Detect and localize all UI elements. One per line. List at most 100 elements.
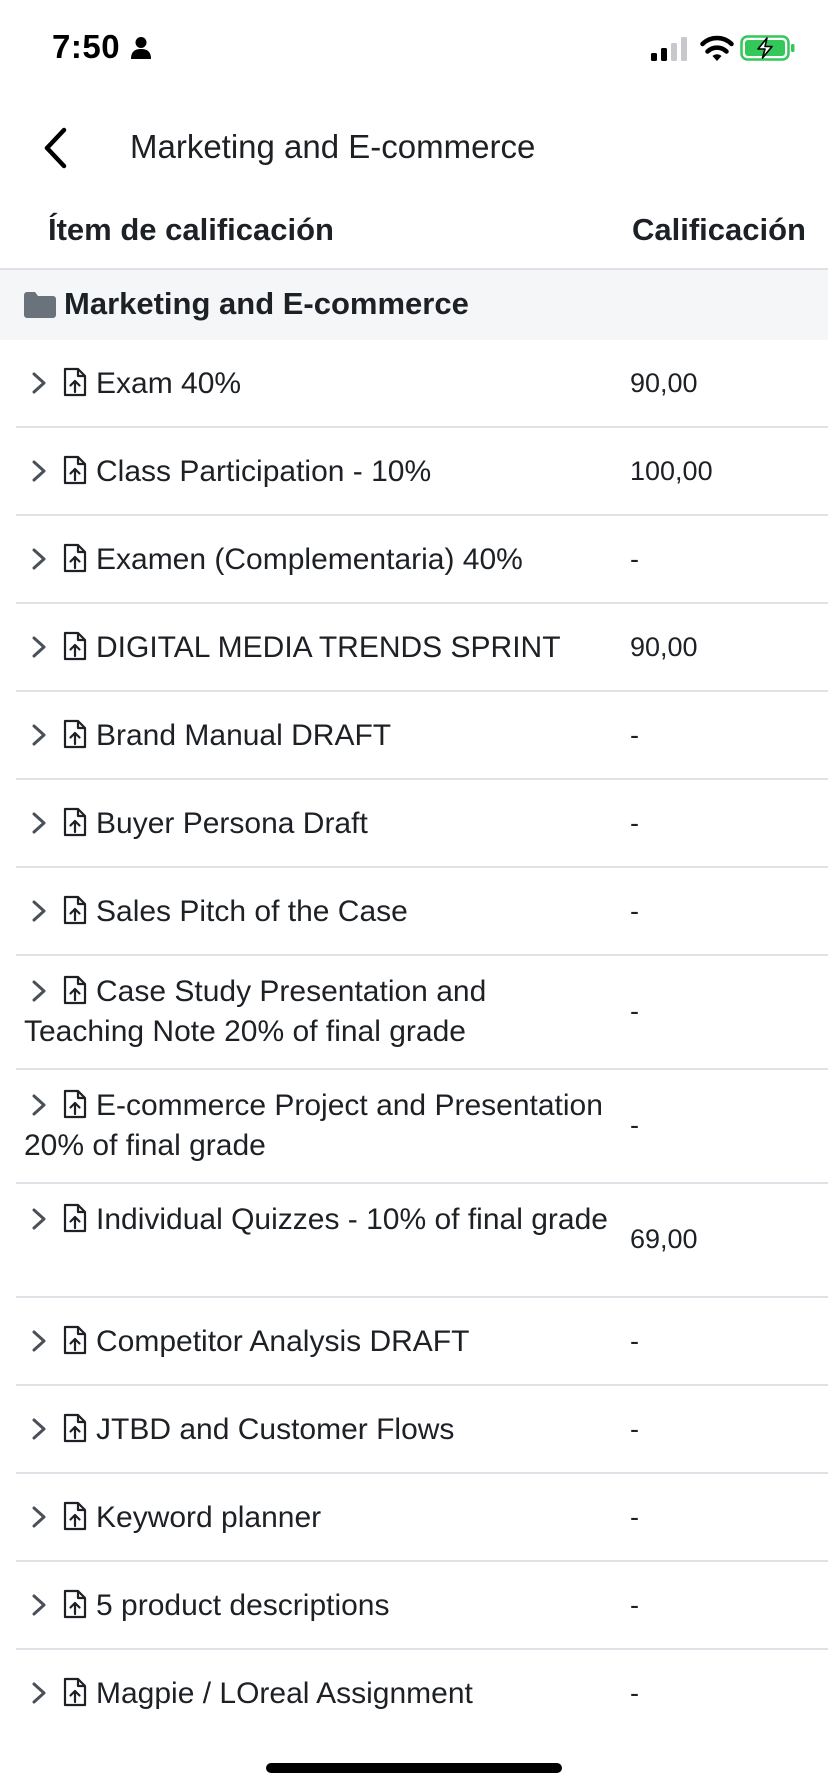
home-indicator[interactable] — [266, 1763, 562, 1773]
grade-value: - — [630, 1414, 639, 1444]
grade-item-name-cell: Case Study Presentation and Teaching Not… — [24, 972, 614, 1052]
chevron-right-icon[interactable] — [28, 634, 50, 660]
grade-value: - — [630, 544, 639, 574]
grade-item-name-cell: Brand Manual DRAFT — [24, 716, 614, 756]
chevron-right-icon[interactable] — [28, 546, 50, 572]
cellular-signal-icon — [651, 37, 687, 61]
chevron-right-icon[interactable] — [28, 1680, 50, 1706]
grade-item-name[interactable]: Brand Manual DRAFT — [96, 719, 391, 752]
chevron-right-icon[interactable] — [28, 810, 50, 836]
chevron-right-icon[interactable] — [28, 1206, 50, 1232]
chevron-right-icon[interactable] — [28, 978, 50, 1004]
grade-value: - — [630, 1502, 639, 1532]
grade-item-name[interactable]: Sales Pitch of the Case — [96, 895, 408, 928]
chevron-right-icon[interactable] — [28, 370, 50, 396]
grade-item-name[interactable]: Keyword planner — [96, 1501, 321, 1534]
grade-value: 100,00 — [630, 456, 713, 486]
assignment-upload-icon — [63, 1589, 87, 1619]
grade-item-row[interactable]: Brand Manual DRAFT - — [16, 692, 828, 780]
grade-value: - — [630, 808, 639, 838]
assignment-upload-icon — [63, 1325, 87, 1355]
grade-item-row[interactable]: 5 product descriptions - — [16, 1562, 828, 1650]
grade-item-row[interactable]: Examen (Complementaria) 40% - — [16, 516, 828, 604]
grade-item-name-cell: 5 product descriptions — [24, 1586, 614, 1626]
assignment-upload-icon — [63, 455, 87, 485]
grade-item-name[interactable]: Case Study Presentation and Teaching Not… — [24, 975, 486, 1048]
grade-item-row[interactable]: Keyword planner - — [16, 1474, 828, 1562]
grade-item-row[interactable]: Sales Pitch of the Case - — [16, 868, 828, 956]
chevron-right-icon[interactable] — [28, 898, 50, 924]
grade-item-row[interactable]: Class Participation - 10% 100,00 — [16, 428, 828, 516]
assignment-upload-icon — [63, 975, 87, 1005]
assignment-upload-icon — [63, 1501, 87, 1531]
back-button[interactable] — [30, 120, 80, 176]
grade-item-row[interactable]: JTBD and Customer Flows - — [16, 1386, 828, 1474]
chevron-right-icon[interactable] — [28, 1504, 50, 1530]
column-header-item: Ítem de calificación — [48, 212, 334, 247]
assignment-upload-icon — [63, 1413, 87, 1443]
person-icon — [131, 37, 151, 59]
battery-charging-icon — [740, 35, 795, 61]
chevron-right-icon[interactable] — [28, 458, 50, 484]
grade-value: - — [630, 1326, 639, 1356]
grade-item-name-cell: JTBD and Customer Flows — [24, 1410, 614, 1450]
grade-item-name[interactable]: Exam 40% — [96, 367, 241, 400]
chevron-right-icon[interactable] — [28, 722, 50, 748]
grade-item-name[interactable]: DIGITAL MEDIA TRENDS SPRINT — [96, 631, 561, 664]
grade-item-name-cell: E-commerce Project and Presentation 20% … — [24, 1086, 614, 1166]
folder-icon — [24, 292, 56, 318]
grade-item-row[interactable]: Individual Quizzes - 10% of final grade … — [16, 1184, 828, 1298]
assignment-upload-icon — [63, 1677, 87, 1707]
grade-item-name-cell: Keyword planner — [24, 1498, 614, 1538]
grade-item-name-cell: Individual Quizzes - 10% of final grade — [24, 1200, 614, 1240]
assignment-upload-icon — [63, 1203, 87, 1233]
app-header: Marketing and E-commerce — [0, 100, 828, 194]
grade-item-name-cell: Sales Pitch of the Case — [24, 892, 614, 932]
category-row: Marketing and E-commerce — [0, 270, 828, 340]
chevron-right-icon[interactable] — [28, 1328, 50, 1354]
grade-item-row[interactable]: E-commerce Project and Presentation 20% … — [16, 1070, 828, 1184]
assignment-upload-icon — [63, 895, 87, 925]
grade-item-name-cell: Competitor Analysis DRAFT — [24, 1322, 614, 1362]
grade-item-row[interactable]: Buyer Persona Draft - — [16, 780, 828, 868]
grade-item-name-cell: DIGITAL MEDIA TRENDS SPRINT — [24, 628, 614, 668]
grade-item-row[interactable]: Competitor Analysis DRAFT - — [16, 1298, 828, 1386]
grade-value: - — [630, 720, 639, 750]
grade-value: - — [630, 1590, 639, 1620]
grade-item-row[interactable]: Exam 40% 90,00 — [16, 340, 828, 428]
grade-item-row[interactable]: Magpie / LOreal Assignment - — [16, 1650, 828, 1738]
grade-item-name-cell: Class Participation - 10% — [24, 452, 614, 492]
grade-item-row[interactable]: DIGITAL MEDIA TRENDS SPRINT 90,00 — [16, 604, 828, 692]
chevron-left-icon — [44, 127, 67, 169]
chevron-right-icon[interactable] — [28, 1592, 50, 1618]
grade-item-name[interactable]: 5 product descriptions — [96, 1589, 390, 1622]
grade-item-name[interactable]: Competitor Analysis DRAFT — [96, 1325, 469, 1358]
chevron-right-icon[interactable] — [28, 1416, 50, 1442]
grade-item-name[interactable]: Class Participation - 10% — [96, 455, 431, 488]
grade-item-row[interactable]: Case Study Presentation and Teaching Not… — [16, 956, 828, 1070]
grade-item-name[interactable]: Magpie / LOreal Assignment — [96, 1677, 473, 1710]
grade-value: - — [630, 1678, 639, 1708]
grade-item-name[interactable]: Examen (Complementaria) 40% — [96, 543, 523, 576]
grade-item-name-cell: Buyer Persona Draft — [24, 804, 614, 844]
grade-items-list: Exam 40% 90,00 Class Participation - 10%… — [0, 340, 828, 1738]
grade-value: - — [630, 1110, 639, 1140]
grade-item-name-cell: Exam 40% — [24, 364, 614, 404]
grade-item-name[interactable]: JTBD and Customer Flows — [96, 1413, 454, 1446]
status-time: 7:50 — [52, 28, 121, 65]
grade-value: 69,00 — [630, 1224, 698, 1254]
grade-item-name[interactable]: Individual Quizzes - 10% of final grade — [96, 1203, 608, 1236]
grade-item-name[interactable]: Buyer Persona Draft — [96, 807, 368, 840]
grade-value: 90,00 — [630, 632, 698, 662]
page-title: Marketing and E-commerce — [130, 128, 536, 165]
grade-item-name[interactable]: E-commerce Project and Presentation 20% … — [24, 1089, 603, 1162]
status-bar: 7:50 — [0, 0, 828, 100]
category-label: Marketing and E-commerce — [64, 286, 469, 321]
assignment-upload-icon — [63, 1089, 87, 1119]
grade-item-name-cell: Magpie / LOreal Assignment — [24, 1674, 614, 1714]
assignment-upload-icon — [63, 807, 87, 837]
grade-item-name-cell: Examen (Complementaria) 40% — [24, 540, 614, 580]
chevron-right-icon[interactable] — [28, 1092, 50, 1118]
grade-value: - — [630, 896, 639, 926]
assignment-upload-icon — [63, 367, 87, 397]
